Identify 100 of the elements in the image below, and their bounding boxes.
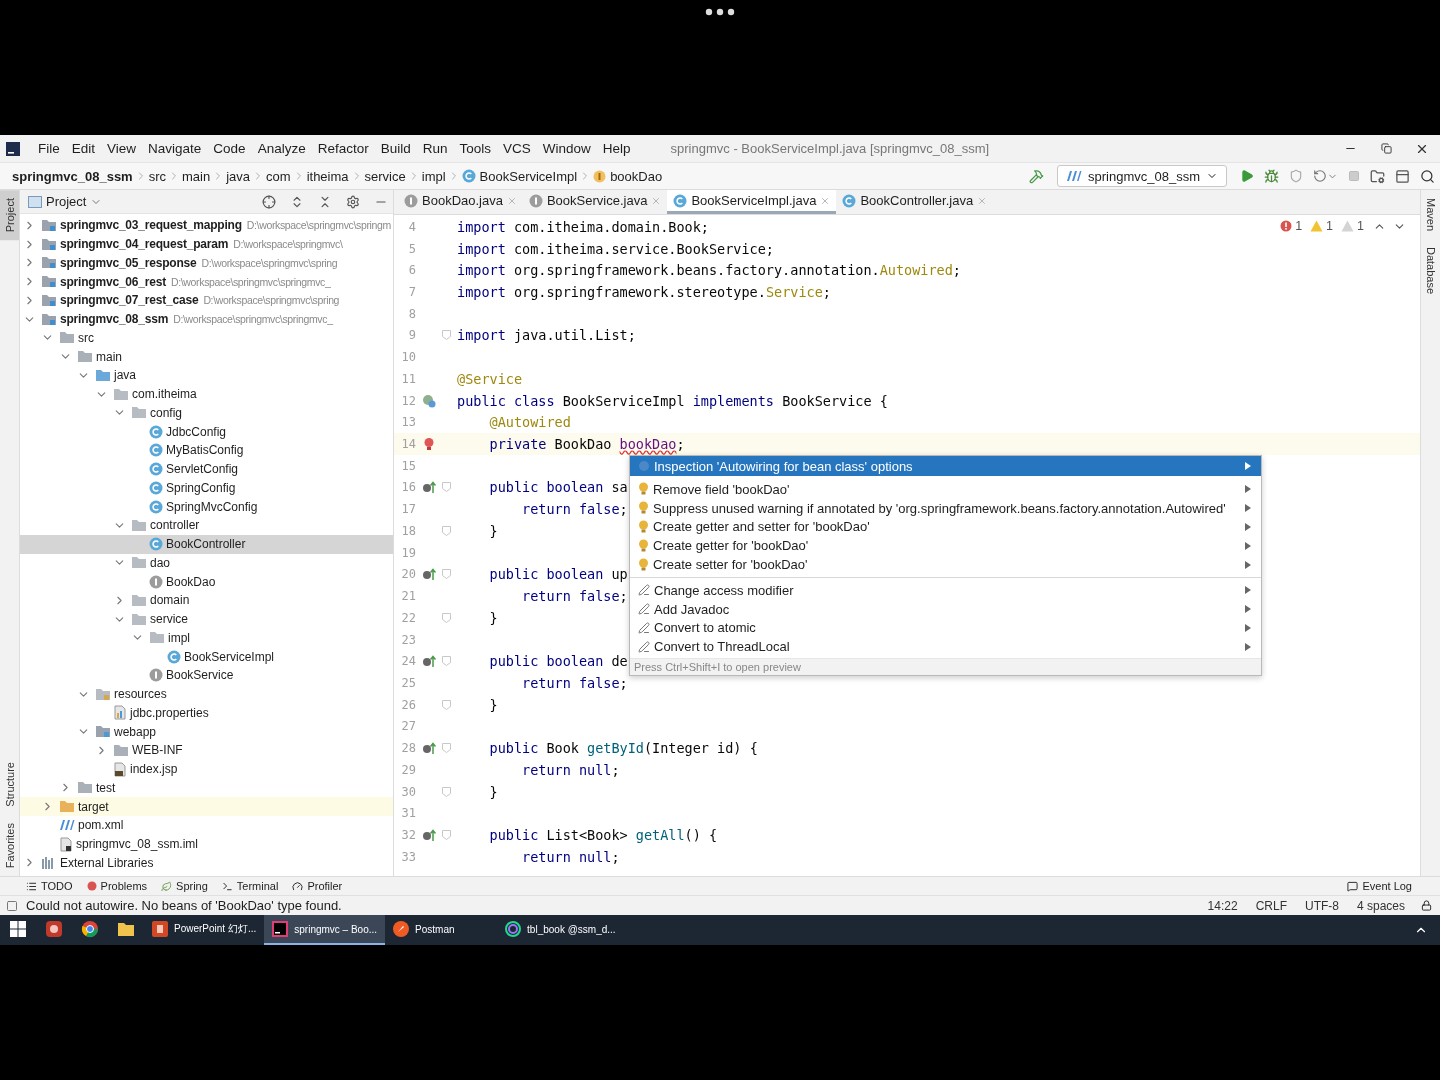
tree-item[interactable]: webapp xyxy=(20,722,393,741)
breadcrumb[interactable]: src xyxy=(148,168,167,184)
menu-item[interactable]: Remove field 'bookDao' xyxy=(630,480,1261,499)
tree-item[interactable]: index.jsp xyxy=(20,759,393,779)
postman-icon[interactable] xyxy=(393,921,410,937)
menu-item[interactable]: Window xyxy=(536,141,597,156)
tool-window-button[interactable]: Problems xyxy=(86,880,148,892)
start-icon[interactable] xyxy=(10,921,26,937)
tree-item[interactable]: springmvc_07_rest_case D:\workspace\springmvc\spring xyxy=(20,291,393,310)
menu-item[interactable]: Code xyxy=(207,141,252,156)
breadcrumb[interactable]: java xyxy=(226,168,251,184)
tree-item[interactable]: springmvc_08_ssm.iml xyxy=(20,834,393,854)
breadcrumb[interactable]: BookServiceImpl xyxy=(461,168,578,184)
tree-item[interactable]: BookService xyxy=(20,666,393,685)
breadcrumb[interactable]: springmvc_08_ssm xyxy=(12,168,133,184)
panel-title[interactable]: Project xyxy=(46,194,87,209)
editor-tab[interactable]: BookDao.java xyxy=(398,190,523,214)
fold-marker-icon[interactable] xyxy=(442,525,451,536)
search-icon[interactable] xyxy=(1420,168,1435,184)
menu-item[interactable]: File xyxy=(32,141,66,156)
tree-item[interactable]: springmvc_05_response D:\workspace\springmvc\spring xyxy=(20,253,393,273)
breadcrumb[interactable]: com xyxy=(266,168,291,184)
locate-icon[interactable] xyxy=(262,194,276,209)
folder-icon[interactable] xyxy=(117,921,135,937)
tool-window-tab[interactable]: Structure xyxy=(0,754,19,815)
app-icon[interactable] xyxy=(45,920,63,938)
menu-item[interactable]: Suppress unused warning if annotated by 'org.springframework.beans.factory.annotation.Autowired' xyxy=(630,498,1261,518)
project-structure-icon[interactable] xyxy=(1370,168,1385,184)
fold-marker-icon[interactable] xyxy=(442,743,451,754)
taskbar-app[interactable]: tbl_book @ssm_d... xyxy=(497,915,624,945)
settings-icon[interactable] xyxy=(346,194,360,209)
implements-icon[interactable] xyxy=(422,654,436,669)
tree-item[interactable]: src xyxy=(20,328,393,348)
panel-toggle-icon[interactable] xyxy=(6,899,18,912)
lock-icon[interactable] xyxy=(1421,900,1432,911)
implements-icon[interactable] xyxy=(422,741,436,756)
status-item[interactable]: 14:22 xyxy=(1207,898,1238,913)
tool-window-tab[interactable]: Database xyxy=(1421,239,1440,303)
status-item[interactable]: 4 spaces xyxy=(1356,898,1405,913)
menu-item[interactable]: Run xyxy=(416,141,454,156)
tree-item[interactable]: springmvc_08_ssm D:\workspace\springmvc\springmvc_ xyxy=(20,309,393,329)
editor-tab[interactable]: BookController.java xyxy=(836,190,994,214)
tree-item[interactable]: SpringConfig xyxy=(20,478,393,498)
menu-item[interactable]: Create getter and setter for 'bookDao' xyxy=(630,517,1261,537)
tree-item[interactable]: dao xyxy=(20,553,393,573)
implements-icon[interactable] xyxy=(422,480,436,495)
tree-item[interactable]: com.itheima xyxy=(20,384,393,404)
tree-item[interactable]: jdbc.properties xyxy=(20,703,393,723)
fold-marker-icon[interactable] xyxy=(442,830,451,840)
menu-item[interactable]: VCS xyxy=(497,141,537,156)
profile-icon[interactable] xyxy=(1313,169,1327,183)
tree-item[interactable]: target xyxy=(20,797,393,816)
tree-item[interactable]: java xyxy=(20,366,393,385)
breadcrumb[interactable]: impl xyxy=(421,168,446,184)
tree-item[interactable]: springmvc_04_request_param D:\workspace\springmvc\ xyxy=(20,234,393,254)
taskbar-app[interactable]: springmvc – Boo... xyxy=(264,915,386,945)
implements-icon[interactable] xyxy=(422,567,436,582)
tree-item[interactable]: MyBatisConfig xyxy=(20,441,393,460)
debug-icon[interactable] xyxy=(1264,168,1279,184)
tree-item[interactable]: BookDao xyxy=(20,572,393,591)
fold-marker-icon[interactable] xyxy=(442,786,451,797)
breadcrumb[interactable]: itheima xyxy=(306,168,349,184)
menu-item[interactable]: Add Javadoc xyxy=(630,599,1261,619)
menu-item[interactable]: View xyxy=(101,141,143,156)
browser-icon[interactable] xyxy=(81,920,99,938)
menu-item[interactable]: Help xyxy=(596,141,637,156)
menu-item[interactable]: Build xyxy=(374,141,417,156)
taskbar-app[interactable]: PowerPoint 幻灯... xyxy=(144,915,265,945)
menu-item[interactable]: Edit xyxy=(65,141,102,156)
menu-item[interactable]: Create getter for 'bookDao' xyxy=(630,536,1261,556)
breadcrumb[interactable]: main xyxy=(182,168,211,184)
tool-window-button[interactable]: Terminal xyxy=(221,880,279,892)
editor-tab[interactable]: BookService.java xyxy=(522,190,668,214)
tree-item[interactable]: config xyxy=(20,403,393,423)
menu-item[interactable]: Analyze xyxy=(251,141,312,156)
bean-icon[interactable] xyxy=(422,393,436,408)
menu-item[interactable]: Convert to atomic xyxy=(630,618,1261,638)
taskbar-app[interactable]: Postman xyxy=(385,915,498,945)
tool-window-tab[interactable]: Favorites xyxy=(0,814,19,876)
fold-marker-icon[interactable] xyxy=(442,482,451,493)
tree-item[interactable]: impl xyxy=(20,628,393,648)
tool-window-button[interactable]: Spring xyxy=(161,880,208,892)
run-configuration-selector[interactable]: springmvc_08_ssm xyxy=(1057,165,1227,187)
tree-item[interactable]: ServletConfig xyxy=(20,459,393,479)
fold-marker-icon[interactable] xyxy=(442,612,451,623)
tree-item[interactable]: service xyxy=(20,609,393,629)
menu-item[interactable]: Inspection 'Autowiring for bean class' options xyxy=(630,456,1261,476)
fold-marker-icon[interactable] xyxy=(442,656,451,667)
menu-item[interactable]: Change access modifier xyxy=(630,581,1261,600)
build-icon[interactable] xyxy=(1029,168,1044,184)
fold-marker-icon[interactable] xyxy=(442,699,451,710)
error-icon[interactable] xyxy=(1280,220,1293,232)
tool-window-button[interactable]: TODO xyxy=(26,880,73,892)
database-app-icon[interactable] xyxy=(505,921,522,937)
tool-window-tab[interactable]: Project xyxy=(0,190,19,241)
tree-item[interactable]: resources xyxy=(20,684,393,704)
coverage-icon[interactable] xyxy=(1289,169,1303,183)
breadcrumb[interactable]: bookDao xyxy=(593,168,663,184)
tree-item[interactable]: controller xyxy=(20,516,393,535)
more-icon[interactable] xyxy=(705,8,735,16)
